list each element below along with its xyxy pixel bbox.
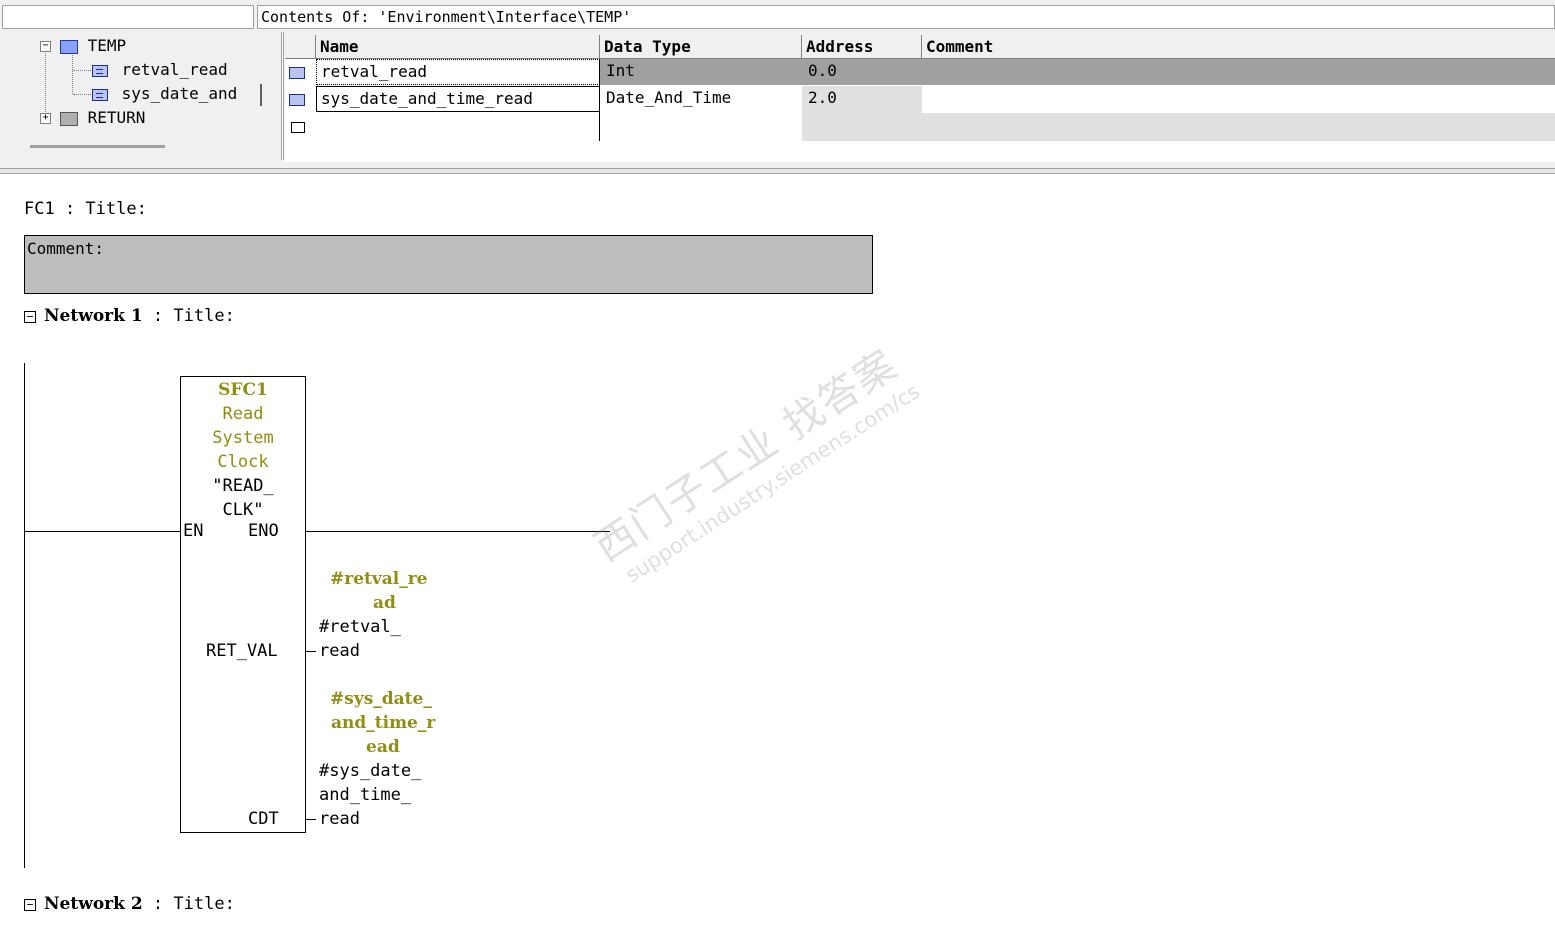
cdt-symbol-line-2[interactable]: and_time_r: [331, 711, 435, 735]
pin-en[interactable]: EN: [183, 521, 203, 541]
fb-desc-line-1: Read: [222, 404, 264, 424]
block-comment[interactable]: Comment:: [24, 235, 873, 294]
en-wire[interactable]: [24, 531, 181, 532]
fb-symbol-line-2: CLK": [222, 500, 264, 520]
cell-type[interactable]: Int: [602, 59, 802, 85]
variable-icon: [92, 64, 108, 77]
table-row-handle[interactable]: [285, 86, 316, 112]
col-address[interactable]: Address: [802, 35, 922, 59]
variable-icon: [289, 67, 305, 79]
cell-name[interactable]: sys_date_and_time_read: [316, 86, 600, 112]
cdt-address-line-1[interactable]: #sys_date_: [319, 759, 421, 783]
cell-address: 2.0: [808, 88, 837, 107]
col-comment[interactable]: Comment: [922, 35, 1555, 59]
empty-variable-icon: [291, 122, 305, 133]
pane-splitter[interactable]: [281, 32, 284, 160]
return-icon: [60, 111, 78, 126]
watermark-line-1: 西门子工业 找答案: [586, 341, 906, 572]
pin-eno[interactable]: ENO: [248, 521, 279, 541]
tree-header: [2, 5, 254, 29]
declaration-table: Name Data Type Address Comment retval_re…: [285, 35, 1555, 162]
power-rail: [24, 363, 25, 868]
network-2-label: Network 2: [44, 894, 143, 914]
pin-ret-val[interactable]: RET_VAL: [206, 641, 278, 661]
variable-icon: [92, 88, 108, 101]
table-row-handle-empty[interactable]: [285, 113, 316, 139]
fb-name: SFC1: [218, 380, 268, 400]
cell-name[interactable]: retval_read: [316, 59, 600, 85]
fb-symbol-line-1: "READ_: [212, 476, 274, 496]
folder-icon: [60, 39, 78, 54]
cell-address: 0.0: [808, 61, 837, 80]
tree-item-return[interactable]: RETURN: [60, 107, 145, 129]
column-divider: [599, 59, 600, 141]
cdt-address-line-3[interactable]: read: [319, 807, 360, 831]
retval-symbol-line-1[interactable]: #retval_re: [330, 567, 428, 591]
network-1-title[interactable]: : Title:: [153, 306, 235, 326]
collapse-icon[interactable]: −: [24, 899, 36, 911]
cell-comment[interactable]: [924, 59, 1554, 85]
block-title[interactable]: FC1 : Title:: [24, 199, 147, 219]
tree-hscrollbar[interactable]: [30, 145, 165, 148]
tree-item-retval-read[interactable]: retval_read: [92, 59, 228, 81]
comment-label: Comment:: [27, 239, 105, 258]
cell-type[interactable]: Date_And_Time: [602, 86, 802, 112]
retval-symbol-line-2[interactable]: ad: [373, 591, 396, 615]
cdt-stub: [306, 819, 316, 820]
retval-address-line-2[interactable]: read: [319, 639, 360, 663]
col-name[interactable]: Name: [316, 35, 600, 59]
table-row-handle[interactable]: [285, 59, 316, 85]
pin-cdt[interactable]: CDT: [248, 809, 279, 829]
tree-vscroll[interactable]: [260, 84, 262, 106]
watermark: 西门子工业 找答案 support.industry.siemens.com/c…: [543, 237, 1037, 684]
pane-separator[interactable]: [0, 168, 1555, 174]
network-1-label: Network 1: [44, 306, 143, 326]
tree-item-temp[interactable]: TEMP: [60, 35, 126, 57]
empty-row-fill: [922, 113, 1555, 141]
watermark-line-2: support.industry.siemens.com/cs: [621, 379, 924, 588]
retval-stub: [306, 651, 316, 652]
cdt-symbol-line-1[interactable]: #sys_date_: [330, 687, 432, 711]
interface-pane: Contents Of: 'Environment\Interface\TEMP…: [0, 0, 1555, 174]
contents-path: Contents Of: 'Environment\Interface\TEMP…: [257, 5, 1555, 29]
variable-icon: [289, 94, 305, 106]
row-header-corner: [285, 35, 316, 59]
fb-desc-line-3: Clock: [217, 452, 269, 472]
network-2-header[interactable]: − Network 2 : Title:: [24, 894, 235, 914]
cdt-address-line-2[interactable]: and_time_: [319, 783, 411, 807]
fb-desc-line-2: System: [212, 428, 274, 448]
network-2-title[interactable]: : Title:: [153, 894, 235, 914]
expand-return-icon[interactable]: +: [40, 113, 51, 124]
col-data-type[interactable]: Data Type: [600, 35, 802, 59]
tree-item-sys-date[interactable]: sys_date_and: [92, 83, 237, 105]
interface-tree[interactable]: − TEMP retval_read sys_date_and + RETURN: [2, 32, 278, 160]
retval-address-line-1[interactable]: #retval_: [319, 615, 401, 639]
collapse-temp-icon[interactable]: −: [40, 41, 51, 52]
cdt-symbol-line-3[interactable]: ead: [366, 735, 400, 759]
collapse-icon[interactable]: −: [24, 311, 36, 323]
network-1-header[interactable]: − Network 1 : Title:: [24, 306, 235, 326]
eno-wire[interactable]: [305, 531, 610, 532]
